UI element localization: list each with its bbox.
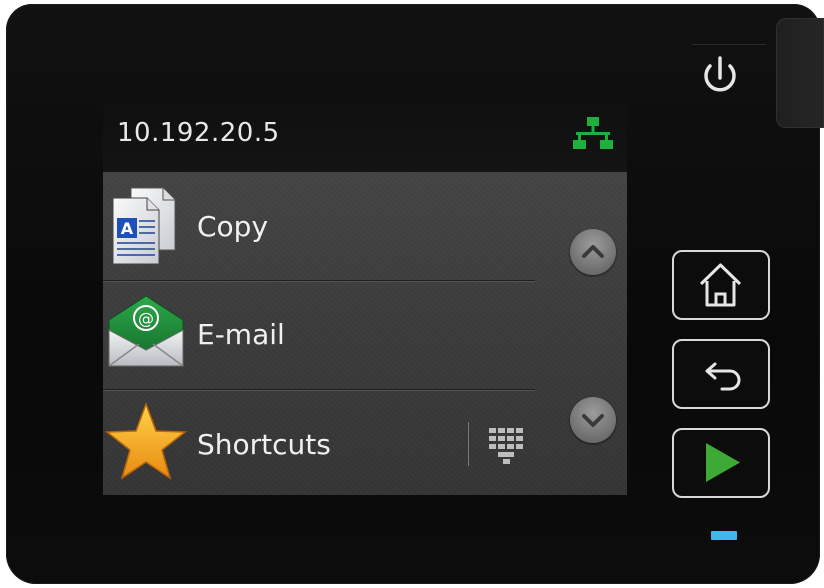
chevron-down-icon [582, 414, 604, 427]
email-envelope-icon: @ [108, 295, 184, 367]
keypad-separator [468, 422, 469, 466]
status-indicator-led [711, 531, 737, 540]
home-button[interactable] [672, 250, 770, 320]
menu-item-email[interactable]: @ E-mail [103, 282, 535, 390]
menu-item-label: Shortcuts [197, 428, 331, 461]
keypad-icon[interactable] [487, 426, 527, 466]
back-button[interactable] [672, 339, 770, 409]
menu-item-label: E-mail [197, 318, 285, 351]
menu-list: A Copy @ E-mail Shortcuts [103, 172, 627, 495]
start-play-icon [706, 443, 740, 482]
menu-item-copy[interactable]: A Copy [103, 172, 535, 280]
side-tab [776, 18, 824, 128]
touch-screen: 10.192.20.5 A Copy @ E-mail Shortcuts [103, 100, 627, 495]
scroll-down-button[interactable] [570, 397, 616, 443]
status-bar: 10.192.20.5 [103, 100, 627, 172]
menu-item-label: Copy [197, 210, 269, 243]
copy-document-icon: A [112, 187, 176, 265]
ip-address: 10.192.20.5 [117, 118, 280, 148]
star-icon [105, 401, 187, 480]
svg-text:A: A [121, 219, 134, 238]
divider [103, 389, 535, 390]
bezel-edge [692, 44, 766, 45]
start-button[interactable] [672, 428, 770, 498]
wired-network-icon[interactable] [571, 114, 615, 154]
power-button[interactable] [694, 50, 746, 102]
scroll-up-button[interactable] [570, 229, 616, 275]
power-icon [704, 56, 736, 92]
menu-item-shortcuts[interactable]: Shortcuts [103, 391, 535, 495]
home-icon [699, 263, 742, 307]
back-arrow-icon [705, 362, 741, 391]
chevron-up-icon [582, 245, 604, 258]
svg-text:@: @ [138, 309, 154, 328]
divider [103, 280, 535, 281]
